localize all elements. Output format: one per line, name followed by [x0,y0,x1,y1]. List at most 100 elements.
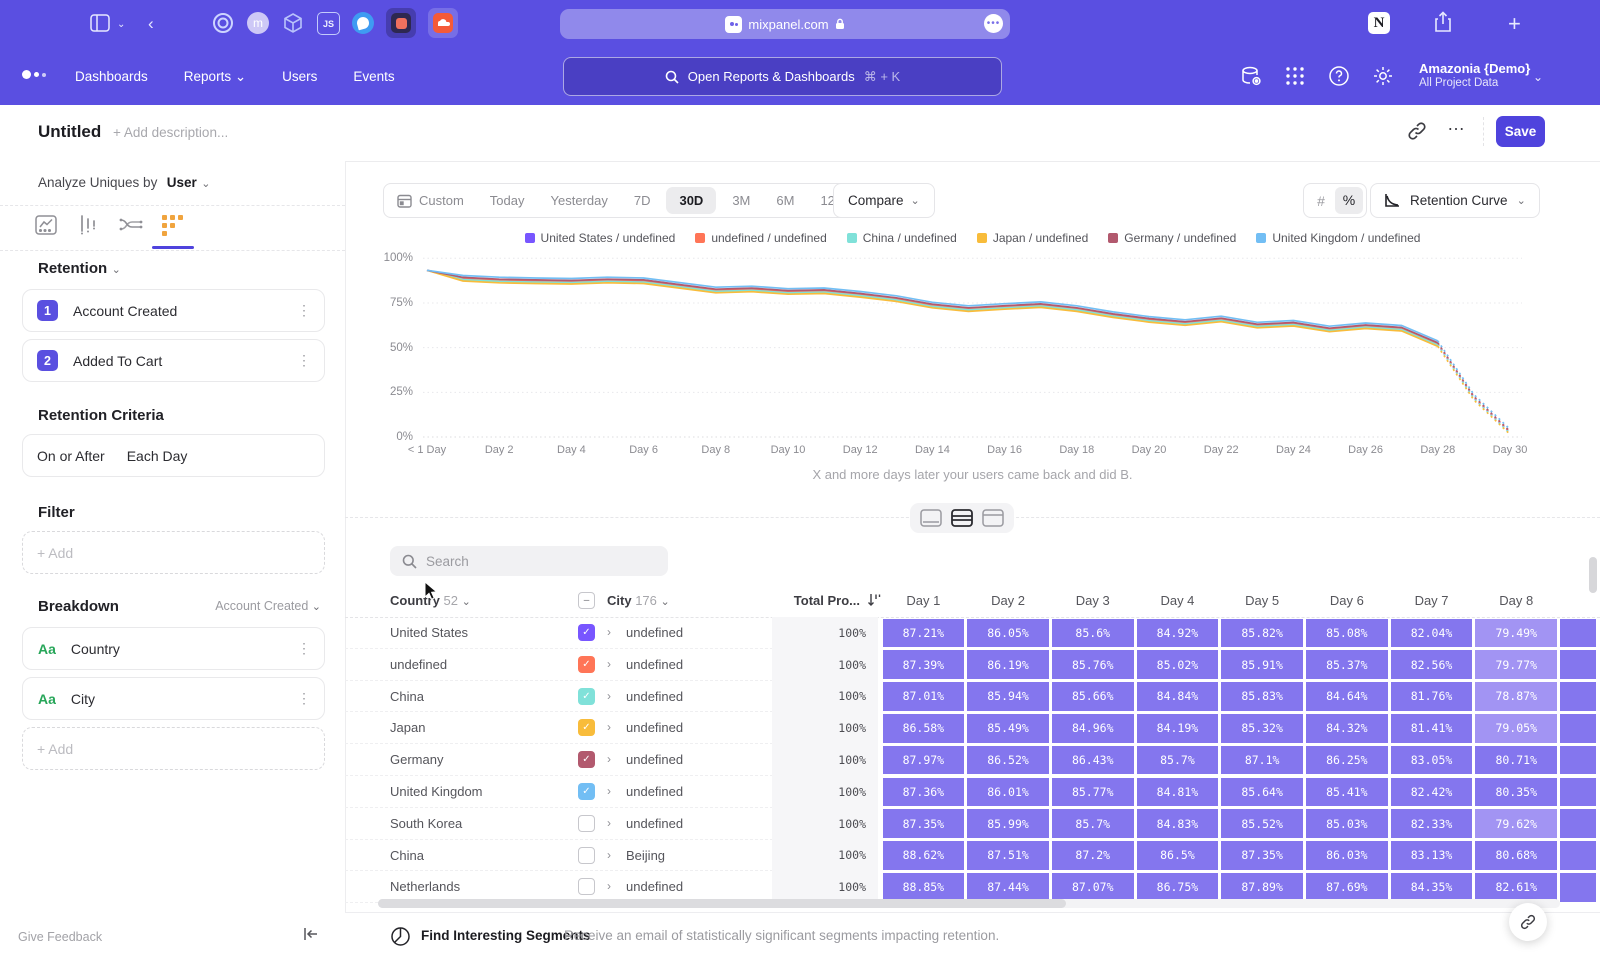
day-value-cell[interactable]: 85.82% [1221,619,1303,648]
city-cell[interactable]: undefined [626,712,683,744]
expand-row-icon[interactable]: › [607,808,611,840]
kebab-menu-icon[interactable]: ⋮ [297,352,311,369]
nav-item-reports[interactable]: Reports ⌄ [184,69,246,85]
js-favicon[interactable]: JS [317,12,340,35]
split-view-button[interactable] [950,508,974,528]
day-column-header[interactable]: Day 4 [1135,593,1219,608]
day-value-cell[interactable]: 81.41% [1391,714,1473,743]
country-cell[interactable]: Japan [390,712,425,744]
day-value-cell[interactable]: 84.81% [1137,778,1219,807]
collapse-sidebar-icon[interactable] [303,927,319,946]
day-value-cell[interactable]: 87.39% [883,650,965,679]
day-value-cell[interactable]: 79.05% [1475,714,1557,743]
day-value-cell[interactable]: 86.58% [883,714,965,743]
notion-icon[interactable]: N [1368,12,1390,34]
close-window-button[interactable] [20,18,32,30]
day-value-cell[interactable]: 79.77% [1475,650,1557,679]
day-value-cell[interactable]: 87.1% [1221,746,1303,775]
legend-item[interactable]: Japan / undefined [977,231,1088,245]
range-7d[interactable]: 7D [621,184,664,217]
data-management-icon[interactable] [1240,65,1263,88]
sidebar-toggle-icon[interactable] [90,14,110,32]
day-value-cell[interactable]: 84.19% [1137,714,1219,743]
day-value-cell[interactable]: 84.92% [1137,619,1219,648]
row-checkbox-checked[interactable]: ✓ [578,656,595,673]
day-value-cell[interactable]: 84.83% [1137,809,1219,838]
soundcloud-favicon[interactable] [428,8,458,38]
legend-item[interactable]: United States / undefined [525,231,676,245]
total-column-header[interactable]: Total Pro... [760,593,860,608]
day-value-cell[interactable]: 87.2% [1052,841,1134,870]
analyze-uniques-row[interactable]: Analyze Uniques by User ⌄ [38,174,210,192]
day-value-cell[interactable]: 80.71% [1475,746,1557,775]
day-value-cell[interactable]: 85.7% [1137,746,1219,775]
row-checkbox[interactable] [578,878,595,895]
more-options-button[interactable]: … [1447,114,1466,135]
range-yesterday[interactable]: Yesterday [538,184,621,217]
percent-mode-button[interactable]: % [1335,187,1363,214]
legend-item[interactable]: Germany / undefined [1108,231,1236,245]
day-value-cell[interactable]: 85.08% [1306,619,1388,648]
day-value-cell[interactable]: 82.61% [1475,873,1557,902]
row-checkbox-checked[interactable]: ✓ [578,719,595,736]
day-value-cell[interactable]: 87.69% [1306,873,1388,902]
day-value-cell[interactable]: 84.64% [1306,682,1388,711]
sort-icon[interactable] [867,592,881,611]
day-column-header[interactable]: Day 8 [1474,593,1558,608]
day-value-cell[interactable]: 86.25% [1306,746,1388,775]
bird-favicon[interactable] [352,12,374,34]
day-value-cell[interactable]: 87.51% [967,841,1049,870]
share-link-fab[interactable] [1509,903,1547,941]
horizontal-scrollbar[interactable] [378,899,1560,908]
day-value-cell[interactable]: 85.6% [1052,619,1134,648]
day-value-cell[interactable]: 87.89% [1221,873,1303,902]
copy-link-icon[interactable] [1406,120,1428,147]
day-value-cell[interactable]: 83.05% [1391,746,1473,775]
expand-row-icon[interactable]: › [607,840,611,872]
day-column-header[interactable]: Day 5 [1220,593,1304,608]
day-value-cell[interactable]: 88.85% [883,873,965,902]
legend-item[interactable]: China / undefined [847,231,957,245]
country-cell[interactable]: United Kingdom [390,776,483,808]
row-checkbox[interactable] [578,847,595,864]
help-icon[interactable] [1328,65,1350,87]
mixpanel-logo[interactable] [22,70,46,79]
day-value-cell[interactable]: 83.13% [1391,841,1473,870]
expand-row-icon[interactable]: › [607,649,611,681]
day-value-cell[interactable]: 80.35% [1475,778,1557,807]
kebab-menu-icon[interactable]: ⋮ [297,690,311,707]
day-value-cell[interactable]: 82.42% [1391,778,1473,807]
criteria-condition[interactable]: On or After [37,448,105,464]
country-cell[interactable]: China [390,840,424,872]
day-column-header[interactable]: Day 6 [1305,593,1389,608]
chart-type-dropdown[interactable]: Retention Curve ⌄ [1370,183,1540,218]
save-button[interactable]: Save [1496,116,1545,147]
row-checkbox-checked[interactable]: ✓ [578,751,595,768]
day-value-cell[interactable]: 87.35% [1221,841,1303,870]
day-value-cell[interactable]: 85.64% [1221,778,1303,807]
day-value-cell[interactable]: 85.83% [1221,682,1303,711]
day-value-cell[interactable]: 85.66% [1052,682,1134,711]
range-30d[interactable]: 30D [666,187,716,214]
day-value-cell[interactable]: 87.44% [967,873,1049,902]
day-value-cell[interactable]: 85.7% [1052,809,1134,838]
expand-row-icon[interactable]: › [607,712,611,744]
day-value-cell[interactable]: 84.84% [1137,682,1219,711]
day-value-cell[interactable]: 85.03% [1306,809,1388,838]
select-all-checkbox[interactable]: – [578,592,595,609]
day-value-cell[interactable]: 87.07% [1052,873,1134,902]
nav-item-users[interactable]: Users [282,69,317,84]
city-cell[interactable]: undefined [626,649,683,681]
day-value-cell[interactable]: 78.87% [1475,682,1557,711]
day-value-cell[interactable]: 86.5% [1137,841,1219,870]
filter-add-button[interactable]: + Add [22,531,325,574]
chevron-down-icon[interactable]: ⌄ [117,19,125,30]
day-value-cell[interactable]: 87.36% [883,778,965,807]
minimize-window-button[interactable] [40,18,52,30]
row-checkbox-checked[interactable]: ✓ [578,624,595,641]
absolute-mode-button[interactable]: # [1307,193,1335,209]
table-search-input[interactable]: Search [390,546,668,576]
day-value-cell[interactable]: 85.52% [1221,809,1303,838]
cube-favicon[interactable] [282,12,304,34]
day-column-header[interactable]: Day 1 [881,593,965,608]
